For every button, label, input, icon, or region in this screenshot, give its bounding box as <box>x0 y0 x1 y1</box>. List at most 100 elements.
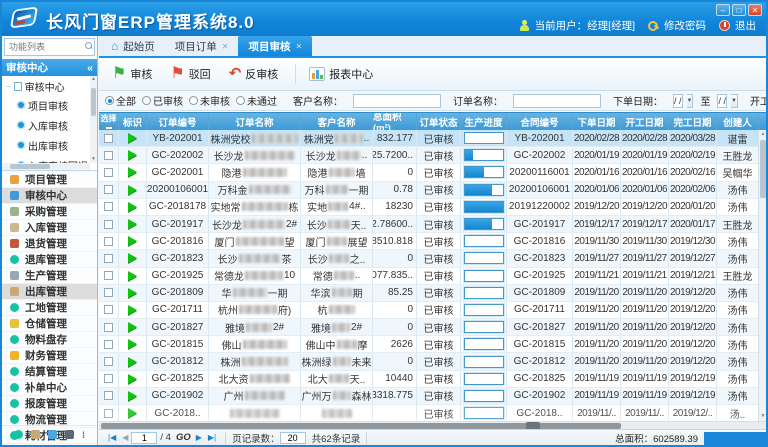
tab-项目订单[interactable]: 项目订单✕ <box>165 36 239 56</box>
sidebar-item-出库管理[interactable]: 出库管理 <box>2 284 97 300</box>
logout-link[interactable]: 退出 <box>735 18 756 33</box>
grid-horizontal-scrollbar[interactable] <box>99 421 766 429</box>
tree-expander-icon[interactable]: − <box>6 82 11 91</box>
table-row[interactable]: GC-201825北大资北大天..10440已审核GC-2018252019/1… <box>99 371 758 388</box>
maximize-button[interactable]: □ <box>732 4 746 16</box>
sidebar-item-生产管理[interactable]: 生产管理 <box>2 268 97 284</box>
table-row[interactable]: GC-201925常德龙10常德..266077.835..已审核GC-2019… <box>99 268 758 285</box>
table-row[interactable]: GC-202002长沙龙长沙龙..65525.7200..已审核GC-20200… <box>99 147 758 164</box>
column-header-订单名称[interactable]: 订单名称 <box>209 113 301 130</box>
table-row[interactable]: GC-201816厦门望厦门展望188510.818已审核GC-20181620… <box>99 233 758 250</box>
last-page-icon[interactable]: ▶| <box>208 433 216 442</box>
radio-已审核[interactable] <box>142 96 151 105</box>
tree-root[interactable]: − 审核中心 <box>2 76 97 95</box>
table-row[interactable]: GC-201823长沙茶长沙之..0已审核GC-2018232019/11/27… <box>99 250 758 267</box>
table-row[interactable]: GC-2018178实地常栋实地4#..18230已审核201912200022… <box>99 199 758 216</box>
column-header-下单日期[interactable]: 下单日期 <box>573 113 621 130</box>
go-button[interactable]: GO <box>176 432 191 443</box>
page-size-input[interactable] <box>280 432 306 444</box>
tree-item-入库审核[interactable]: 入库审核 <box>2 115 97 135</box>
sidebar-item-入库管理[interactable]: 入库管理 <box>2 220 97 236</box>
row-checkbox[interactable] <box>104 305 113 314</box>
row-checkbox[interactable] <box>104 323 113 332</box>
sidebar-item-退货管理[interactable]: 退货管理 <box>2 236 97 252</box>
table-row[interactable]: GC-201815佛山佛山中摩2626已审核GC-2018152019/11/2… <box>99 336 758 353</box>
scroll-thumb[interactable] <box>760 140 766 198</box>
row-checkbox[interactable] <box>104 220 113 229</box>
dot-icon[interactable] <box>14 430 23 439</box>
tree-item-项目审核[interactable]: 项目审核 <box>2 95 97 115</box>
column-header-开工日期[interactable]: 开工日期 <box>621 113 669 130</box>
column-header-合同编号[interactable]: 合同编号 <box>507 113 573 130</box>
tab-起始页[interactable]: ⌂起始页 <box>101 36 165 56</box>
row-checkbox[interactable] <box>104 237 113 246</box>
sidebar-item-结算管理[interactable]: 结算管理 <box>2 364 97 380</box>
cart-icon[interactable] <box>31 430 40 439</box>
toolbar-button-驳回[interactable]: ⚑驳回 <box>165 62 219 86</box>
column-header-选择[interactable]: 选择 <box>99 113 119 130</box>
pen-icon[interactable] <box>48 430 57 439</box>
radio-全部[interactable] <box>105 96 114 105</box>
close-button[interactable]: ✕ <box>748 4 762 16</box>
sidebar-item-财务管理[interactable]: 财务管理 <box>2 348 97 364</box>
sidebar-item-报废管理[interactable]: 报废管理 <box>2 396 97 412</box>
more-icon[interactable]: ⁞ <box>82 430 85 440</box>
row-checkbox[interactable] <box>104 185 113 194</box>
sidebar-item-仓储管理[interactable]: 仓储管理 <box>2 316 97 332</box>
change-password-link[interactable]: 修改密码 <box>664 18 706 33</box>
sidebar-item-审核中心[interactable]: 审核中心 <box>2 188 97 204</box>
row-checkbox[interactable] <box>104 134 113 143</box>
table-row[interactable]: GC-201809华一期华滨期85.25已审核GC-2018092019/11/… <box>99 285 758 302</box>
row-checkbox[interactable] <box>104 409 113 418</box>
sidebar-item-物料盘存[interactable]: 物料盘存 <box>2 332 97 348</box>
table-row[interactable]: GC-201711杭州府)杭0已审核GC-2017112019/11/20201… <box>99 302 758 319</box>
toolbar-button-审核[interactable]: ⚑审核 <box>107 62 161 86</box>
minimize-button[interactable]: – <box>716 4 730 16</box>
table-row[interactable]: GC-201827雅境2#雅境2#0已审核GC-2018272019/11/20… <box>99 319 758 336</box>
table-row[interactable]: 20200106001万科金万科一期0.78已审核202001060012020… <box>99 182 758 199</box>
column-header-订单编号[interactable]: 订单编号 <box>147 113 209 130</box>
table-row[interactable]: GC-2018..已审核GC-2018..2019/11/..2019/11/.… <box>99 405 758 421</box>
scroll-up-icon[interactable]: ▲ <box>90 76 97 83</box>
table-row[interactable]: GC-202001隐港隐港墙0已审核202001160012020/01/162… <box>99 164 758 181</box>
toolbar-button-反审核[interactable]: ↶反审核 <box>224 62 288 86</box>
scroll-down-icon[interactable]: ▼ <box>759 412 766 421</box>
book-icon[interactable] <box>65 430 74 439</box>
column-header-总面积(m²)[interactable]: 总面积(m²) <box>373 113 417 130</box>
function-search-input[interactable] <box>4 38 95 56</box>
row-checkbox[interactable] <box>104 168 113 177</box>
collapse-icon[interactable]: « <box>87 62 93 74</box>
column-header-生产进度[interactable]: 生产进度 <box>461 113 507 130</box>
tree-horizontal-scrollbar[interactable] <box>2 163 90 170</box>
radio-未通过[interactable] <box>236 96 245 105</box>
order-date-from-input[interactable]: / / <box>673 94 683 108</box>
table-row[interactable]: GC-201917长沙龙2#长沙天..8512.78600..已审核GC-201… <box>99 216 758 233</box>
tree-item-出库审核[interactable]: 出库审核 <box>2 135 97 155</box>
table-row[interactable]: GC-201902广州广州万森林13318.775已审核GC-201902201… <box>99 388 758 405</box>
sidebar-item-工地管理[interactable]: 工地管理 <box>2 300 97 316</box>
table-row[interactable]: YB-202001株洲党校株洲党..832.177已审核YB-202001202… <box>99 130 758 147</box>
sidebar-panel-header[interactable]: 审核中心 « <box>2 59 97 76</box>
row-checkbox[interactable] <box>104 374 113 383</box>
grid-vertical-scrollbar[interactable]: ▲ ▼ <box>758 130 766 421</box>
row-checkbox[interactable] <box>104 254 113 263</box>
scroll-up-icon[interactable]: ▲ <box>759 130 766 139</box>
search-icon[interactable] <box>85 42 92 49</box>
column-header-客户名称[interactable]: 客户名称 <box>301 113 373 130</box>
column-header-订单状态[interactable]: 订单状态 <box>417 113 461 130</box>
row-checkbox[interactable] <box>104 357 113 366</box>
next-page-icon[interactable]: ▶ <box>196 433 202 442</box>
scroll-thumb[interactable] <box>10 164 50 169</box>
row-checkbox[interactable] <box>104 391 113 400</box>
first-page-icon[interactable]: |◀ <box>108 433 116 442</box>
tab-close-icon[interactable]: ✕ <box>295 42 302 51</box>
radio-未审核[interactable] <box>189 96 198 105</box>
row-checkbox[interactable] <box>104 271 113 280</box>
order-name-input[interactable] <box>513 94 601 108</box>
table-row[interactable]: GC-201812株洲株洲绿未来0已审核GC-2018122019/11/202… <box>99 353 758 370</box>
prev-page-icon[interactable]: ◀ <box>122 433 128 442</box>
row-checkbox[interactable] <box>104 202 113 211</box>
scroll-thumb[interactable] <box>91 88 96 116</box>
sidebar-item-补单中心[interactable]: 补单中心 <box>2 380 97 396</box>
page-number-input[interactable] <box>131 432 157 444</box>
